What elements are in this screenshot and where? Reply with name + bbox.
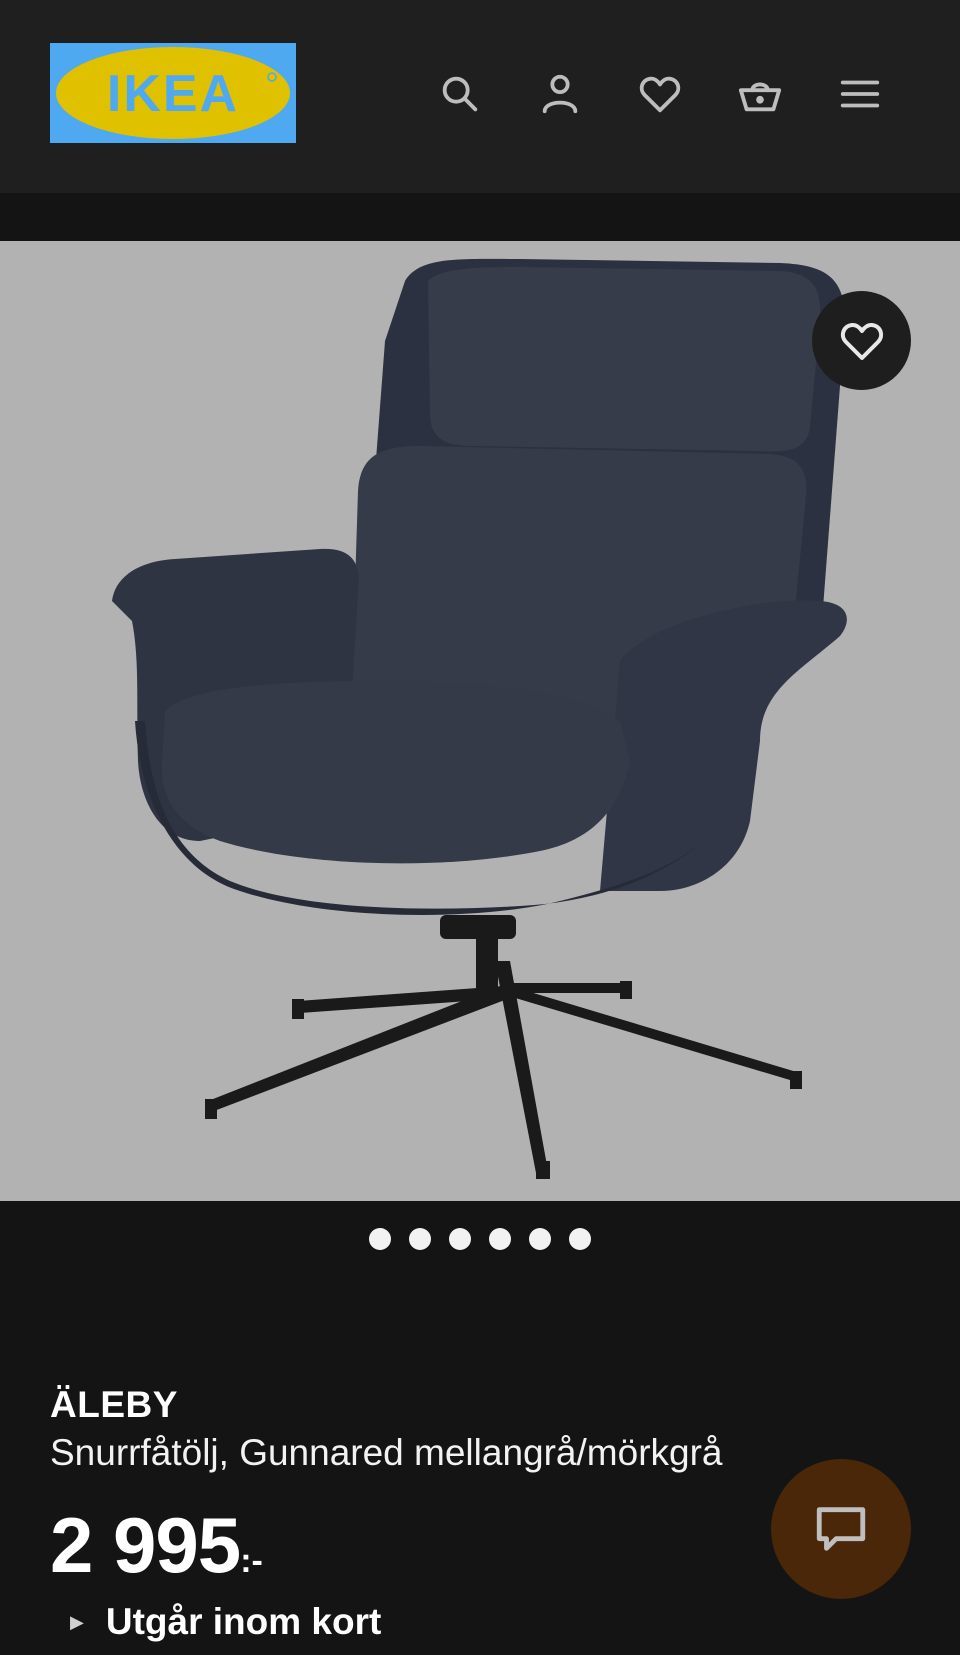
account-icon[interactable] bbox=[534, 68, 586, 120]
carousel-dot[interactable] bbox=[369, 1228, 391, 1250]
product-description: Snurrfåtölj, Gunnared mellangrå/mörkgrå bbox=[50, 1432, 723, 1473]
ikea-logo-mark: IKEA bbox=[50, 43, 296, 143]
carousel-dot[interactable] bbox=[409, 1228, 431, 1250]
ikea-logo[interactable]: IKEA bbox=[50, 43, 296, 143]
search-icon[interactable] bbox=[434, 68, 486, 120]
chat-icon bbox=[816, 1507, 866, 1551]
swivel-armchair-image bbox=[112, 258, 847, 1179]
carousel-dot[interactable] bbox=[529, 1228, 551, 1250]
price-amount: 2 995 bbox=[50, 1501, 241, 1589]
chat-button[interactable] bbox=[771, 1459, 911, 1599]
heart-icon bbox=[840, 322, 883, 360]
product-price: 2 995 :- bbox=[50, 1500, 263, 1589]
expand-arrow-icon: ▶ bbox=[70, 1611, 84, 1632]
availability-status-label: Utgår inom kort bbox=[105, 1601, 382, 1642]
add-to-favourites-button[interactable] bbox=[812, 291, 911, 390]
carousel-dot[interactable] bbox=[489, 1228, 511, 1250]
heart-icon[interactable] bbox=[634, 68, 686, 120]
product-name: ÄLEBY bbox=[50, 1384, 178, 1425]
carousel-dot[interactable] bbox=[569, 1228, 591, 1250]
site-header: IKEA bbox=[0, 0, 960, 193]
image-carousel-dots bbox=[0, 1228, 960, 1254]
menu-icon[interactable] bbox=[834, 68, 886, 120]
header-divider-bar bbox=[0, 193, 960, 241]
svg-text:IKEA: IKEA bbox=[107, 65, 239, 123]
product-image[interactable] bbox=[0, 241, 960, 1201]
price-currency-suffix: :- bbox=[240, 1542, 263, 1580]
availability-status[interactable]: ▶ Utgår inom kort bbox=[70, 1600, 381, 1644]
basket-icon[interactable] bbox=[734, 68, 786, 120]
carousel-dot[interactable] bbox=[449, 1228, 471, 1250]
